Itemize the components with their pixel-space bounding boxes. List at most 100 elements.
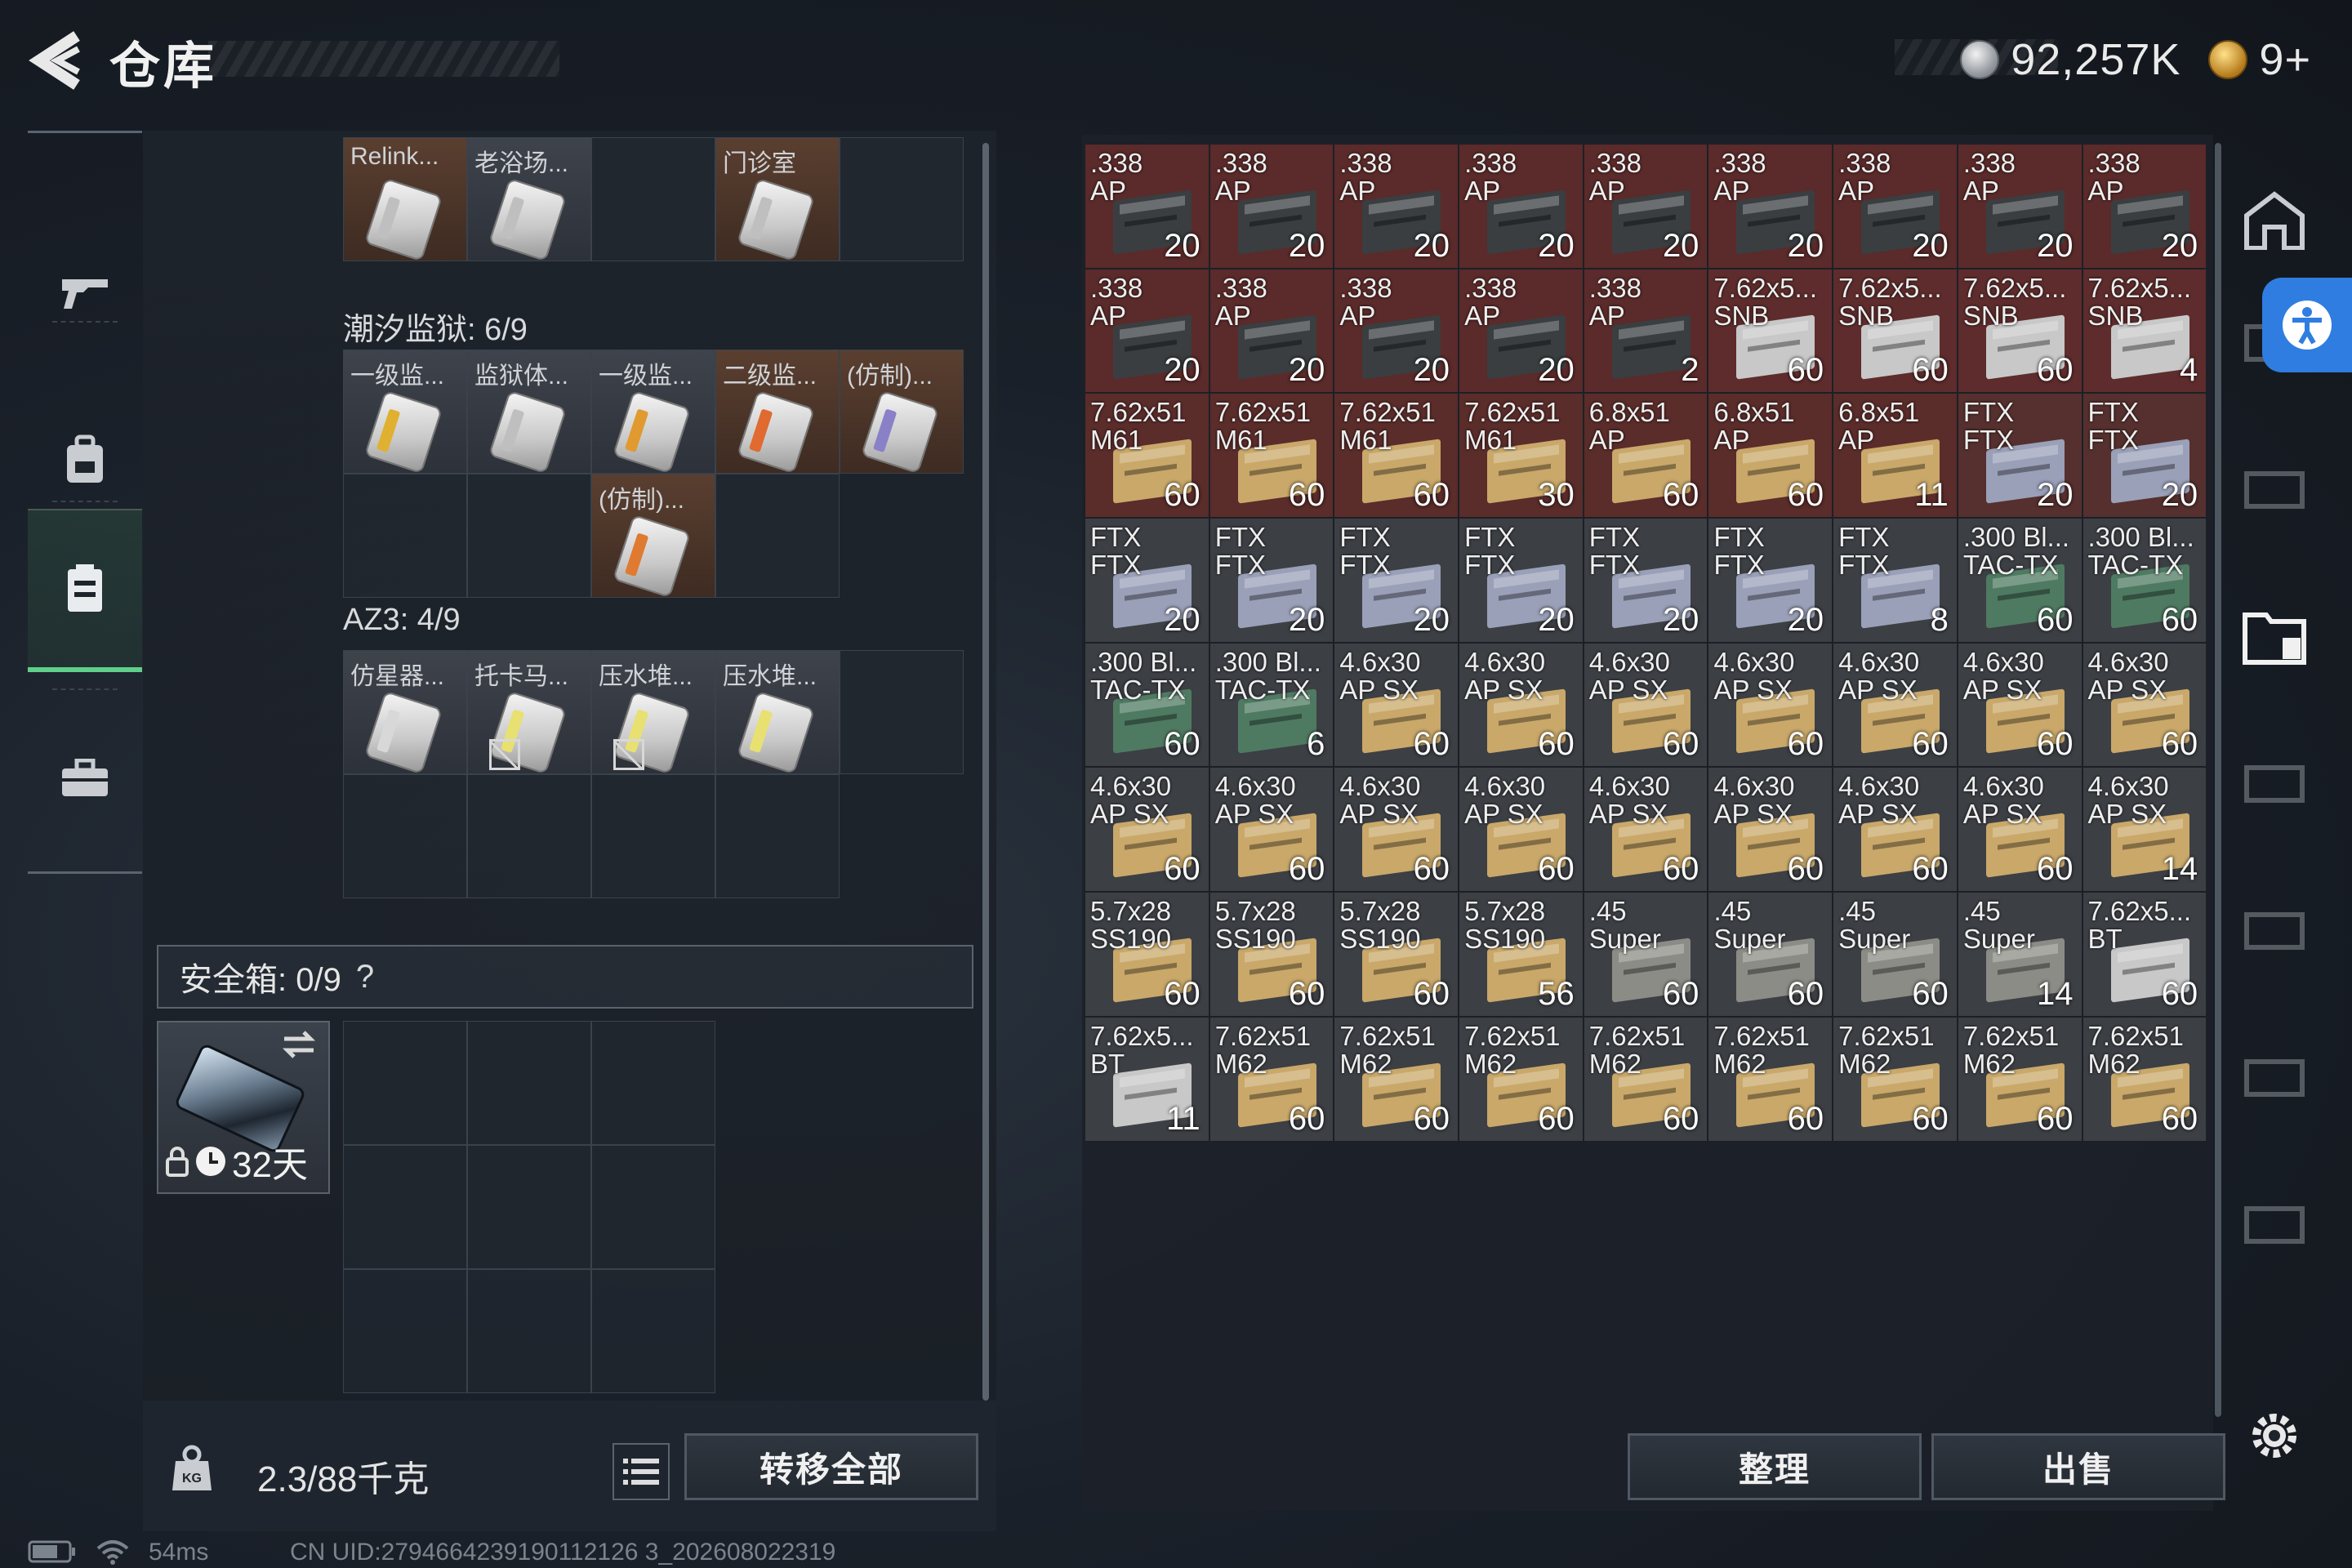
stash-item[interactable]: 4.6x30 AP SX 60: [1583, 642, 1708, 768]
stash-item[interactable]: 4.6x30 AP SX 60: [1459, 767, 1584, 893]
accessibility-button[interactable]: [2262, 278, 2352, 372]
stash-item[interactable]: FTX FTX 20: [2082, 393, 2207, 519]
stash-item[interactable]: .338 AP 20: [1209, 144, 1334, 269]
stash-item[interactable]: .338 AP 20: [1085, 268, 1209, 394]
container-slot[interactable]: Relink...: [343, 137, 467, 261]
stash-item[interactable]: .338 AP 20: [1459, 268, 1584, 394]
list-view-button[interactable]: [612, 1443, 670, 1500]
stash-item[interactable]: 4.6x30 AP SX 60: [1833, 642, 1958, 768]
stash-item[interactable]: 6.8x51 AP 11: [1833, 393, 1958, 519]
stash-item[interactable]: .338 AP 20: [2082, 144, 2207, 269]
nav-case[interactable]: [28, 697, 142, 860]
safe-box-slot[interactable]: [591, 1145, 715, 1269]
stash-item[interactable]: 7.62x51 M62 60: [1334, 1016, 1459, 1142]
stash-item[interactable]: FTX FTX 20: [1583, 518, 1708, 643]
stash-item[interactable]: 4.6x30 AP SX 60: [1459, 642, 1584, 768]
safe-box-slot[interactable]: [467, 1269, 591, 1393]
nav-vest[interactable]: [28, 509, 142, 672]
help-icon[interactable]: ?: [356, 959, 374, 996]
safe-box-slot[interactable]: [343, 1021, 467, 1145]
stash-item[interactable]: .300 Bl... TAC-TX 60: [2082, 518, 2207, 643]
container-slot[interactable]: 门诊室: [715, 137, 840, 261]
container-slot[interactable]: [591, 137, 715, 261]
stash-item[interactable]: 7.62x5... BT 60: [2082, 892, 2207, 1017]
container-slot[interactable]: [343, 774, 467, 898]
container-slot[interactable]: 压水堆...: [591, 650, 715, 774]
stash-item[interactable]: 7.62x51 M62 60: [1583, 1016, 1708, 1142]
stash-item[interactable]: 5.7x28 SS190 60: [1334, 892, 1459, 1017]
stash-item[interactable]: FTX FTX 20: [1334, 518, 1459, 643]
stash-scrollbar[interactable]: [2215, 143, 2221, 1417]
stash-item[interactable]: 4.6x30 AP SX 14: [2082, 767, 2207, 893]
stash-item[interactable]: 7.62x5... SNB 60: [1833, 268, 1958, 394]
stash-item[interactable]: 5.7x28 SS190 60: [1085, 892, 1209, 1017]
stash-item[interactable]: 7.62x51 M61 60: [1334, 393, 1459, 519]
stash-item[interactable]: .300 Bl... TAC-TX 6: [1209, 642, 1334, 768]
safe-box-slot[interactable]: [591, 1269, 715, 1393]
stash-item[interactable]: 7.62x51 M62 60: [1209, 1016, 1334, 1142]
stash-item[interactable]: 4.6x30 AP SX 60: [1833, 767, 1958, 893]
container-slot[interactable]: 监狱体...: [467, 350, 591, 474]
stash-item[interactable]: .338 AP 20: [1833, 144, 1958, 269]
stash-page-3[interactable]: [2230, 429, 2319, 551]
safe-box-slot[interactable]: [467, 1021, 591, 1145]
stash-item[interactable]: 7.62x51 M62 60: [1459, 1016, 1584, 1142]
stash-item[interactable]: 7.62x51 M61 30: [1459, 393, 1584, 519]
stash-item[interactable]: 5.7x28 SS190 56: [1459, 892, 1584, 1017]
safe-box-slot[interactable]: [591, 1021, 715, 1145]
stash-item[interactable]: 4.6x30 AP SX 60: [1583, 767, 1708, 893]
stash-item[interactable]: .45 Super 60: [1833, 892, 1958, 1017]
stash-item[interactable]: 4.6x30 AP SX 60: [1334, 767, 1459, 893]
stash-item[interactable]: FTX FTX 20: [1085, 518, 1209, 643]
sort-button[interactable]: 整理: [1628, 1433, 1922, 1500]
stash-item[interactable]: .338 AP 20: [1583, 144, 1708, 269]
container-slot[interactable]: (仿制)...: [840, 350, 964, 474]
container-slot[interactable]: 仿星器...: [343, 650, 467, 774]
container-slot[interactable]: [715, 474, 840, 598]
back-arrow-icon[interactable]: [28, 29, 85, 91]
stash-item[interactable]: 7.62x5... BT 11: [1085, 1016, 1209, 1142]
safe-box-slot[interactable]: [343, 1145, 467, 1269]
container-slot[interactable]: 托卡马...: [467, 650, 591, 774]
stash-item[interactable]: .338 AP 20: [1459, 144, 1584, 269]
stash-item[interactable]: .338 AP 20: [1334, 268, 1459, 394]
stash-item[interactable]: .338 AP 20: [1708, 144, 1833, 269]
container-slot[interactable]: [343, 474, 467, 598]
transfer-all-button[interactable]: 转移全部: [684, 1433, 978, 1500]
stash-item[interactable]: 7.62x5... SNB 60: [1957, 268, 2082, 394]
stash-page-6[interactable]: [2230, 870, 2319, 992]
safe-box-item[interactable]: 32天: [157, 1021, 330, 1194]
stash-item[interactable]: 4.6x30 AP SX 60: [2082, 642, 2207, 768]
stash-item[interactable]: 7.62x51 M62 60: [2082, 1016, 2207, 1142]
stash-item[interactable]: 7.62x5... SNB 4: [2082, 268, 2207, 394]
stash-item[interactable]: 4.6x30 AP SX 60: [1957, 642, 2082, 768]
stash-item[interactable]: 4.6x30 AP SX 60: [1708, 642, 1833, 768]
container-slot[interactable]: [840, 650, 964, 774]
stash-item[interactable]: .338 AP 20: [1085, 144, 1209, 269]
container-slot[interactable]: [840, 137, 964, 261]
stash-item[interactable]: 7.62x51 M61 60: [1085, 393, 1209, 519]
sell-button[interactable]: 出售: [1931, 1433, 2225, 1500]
stash-item[interactable]: 4.6x30 AP SX 60: [1708, 767, 1833, 893]
left-scrollbar[interactable]: [982, 143, 989, 1401]
container-slot[interactable]: 一级监...: [343, 350, 467, 474]
stash-item[interactable]: 7.62x5... SNB 60: [1708, 268, 1833, 394]
stash-item[interactable]: .338 AP 20: [1957, 144, 2082, 269]
container-slot[interactable]: 老浴场...: [467, 137, 591, 261]
container-slot[interactable]: (仿制)...: [591, 474, 715, 598]
swap-icon[interactable]: [281, 1031, 317, 1058]
container-slot[interactable]: [467, 774, 591, 898]
stash-item[interactable]: 6.8x51 AP 60: [1708, 393, 1833, 519]
container-slot[interactable]: [591, 774, 715, 898]
stash-item[interactable]: 4.6x30 AP SX 60: [1085, 767, 1209, 893]
stash-item[interactable]: .45 Super 60: [1583, 892, 1708, 1017]
stash-item[interactable]: FTX FTX 20: [1957, 393, 2082, 519]
container-slot[interactable]: 压水堆...: [715, 650, 840, 774]
stash-item[interactable]: FTX FTX 20: [1708, 518, 1833, 643]
stash-item[interactable]: FTX FTX 20: [1459, 518, 1584, 643]
stash-item[interactable]: .338 AP 20: [1209, 268, 1334, 394]
stash-item[interactable]: .45 Super 60: [1708, 892, 1833, 1017]
stash-item[interactable]: .338 AP 2: [1583, 268, 1708, 394]
stash-item[interactable]: 7.62x51 M61 60: [1209, 393, 1334, 519]
stash-item[interactable]: 4.6x30 AP SX 60: [1209, 767, 1334, 893]
